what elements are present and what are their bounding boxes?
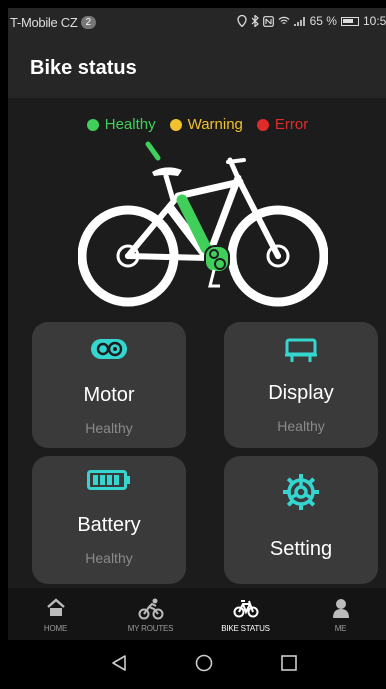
bicycle-icon bbox=[233, 600, 258, 618]
setting-card[interactable]: Setting bbox=[224, 456, 378, 584]
app-screen: T-Mobile CZ 2 65 % 10:58 Bike status Hea… bbox=[8, 8, 386, 689]
home-icon bbox=[46, 598, 65, 616]
motor-status: Healthy bbox=[85, 420, 133, 436]
bike-illustration bbox=[78, 141, 328, 307]
display-card[interactable]: Display Healthy bbox=[224, 322, 378, 448]
battery-status-icon bbox=[340, 16, 359, 26]
nav-me-label: ME bbox=[334, 624, 347, 633]
display-status: Healthy bbox=[277, 418, 325, 434]
clock: 10:58 bbox=[362, 14, 386, 28]
notification-badge: 2 bbox=[80, 16, 96, 29]
bottom-navigation: HOME MY ROUTES BIKE STATUS ME bbox=[8, 588, 386, 640]
bluetooth-icon bbox=[251, 15, 259, 27]
bike-seat bbox=[152, 167, 182, 176]
display-label: Display bbox=[268, 382, 334, 404]
signal-icon bbox=[293, 17, 305, 26]
battery-status: Healthy bbox=[85, 550, 133, 566]
system-navigation-bar bbox=[8, 640, 386, 689]
legend-healthy-label: Healthy bbox=[104, 116, 156, 133]
battery-card[interactable]: Battery Healthy bbox=[32, 456, 186, 584]
battery-percent: 65 % bbox=[309, 14, 337, 28]
app-header: Bike status bbox=[8, 34, 386, 98]
battery-icon bbox=[87, 470, 130, 490]
page-title: Bike status bbox=[30, 57, 137, 79]
nav-bike-status[interactable]: BIKE STATUS bbox=[198, 588, 293, 640]
display-icon bbox=[285, 338, 317, 362]
motor-card[interactable]: Motor Healthy bbox=[32, 322, 186, 448]
handlebar bbox=[145, 141, 161, 161]
location-icon bbox=[236, 15, 247, 27]
home-button-icon[interactable] bbox=[195, 654, 213, 672]
person-icon bbox=[332, 599, 349, 618]
nfc-icon bbox=[262, 15, 274, 27]
status-bar: T-Mobile CZ 2 65 % 10:58 bbox=[8, 8, 386, 34]
carrier-name: T-Mobile CZ bbox=[10, 15, 78, 30]
status-legend: Healthy Warning Error bbox=[8, 116, 386, 133]
healthy-dot-icon bbox=[86, 118, 99, 131]
cyclist-icon bbox=[138, 598, 163, 620]
motor-label: Motor bbox=[83, 384, 135, 406]
nav-bike-status-label: BIKE STATUS bbox=[221, 624, 270, 633]
frame-motor bbox=[204, 245, 230, 273]
nav-my-routes-label: MY ROUTES bbox=[127, 624, 174, 633]
gear-icon bbox=[283, 474, 319, 510]
nav-home-label: HOME bbox=[43, 624, 68, 633]
motor-icon bbox=[91, 339, 127, 359]
legend-warning-label: Warning bbox=[187, 116, 243, 133]
error-dot-icon bbox=[256, 118, 269, 131]
legend-error-label: Error bbox=[274, 116, 309, 133]
nav-home[interactable]: HOME bbox=[8, 588, 103, 640]
recents-icon[interactable] bbox=[280, 654, 298, 672]
back-icon[interactable] bbox=[110, 654, 128, 672]
carrier-info: T-Mobile CZ 2 bbox=[10, 15, 96, 30]
battery-label: Battery bbox=[77, 514, 141, 536]
status-icons: 65 % 10:58 bbox=[236, 14, 386, 28]
nav-me[interactable]: ME bbox=[293, 588, 386, 640]
main-content: Healthy Warning Error Motor Healthy Disp… bbox=[8, 98, 386, 588]
setting-label: Setting bbox=[269, 538, 333, 560]
legend-error: Error bbox=[256, 116, 309, 133]
nav-my-routes[interactable]: MY ROUTES bbox=[103, 588, 198, 640]
wifi-icon bbox=[278, 16, 290, 24]
warning-dot-icon bbox=[169, 118, 182, 131]
legend-healthy: Healthy bbox=[86, 116, 156, 133]
legend-warning: Warning bbox=[169, 116, 243, 133]
